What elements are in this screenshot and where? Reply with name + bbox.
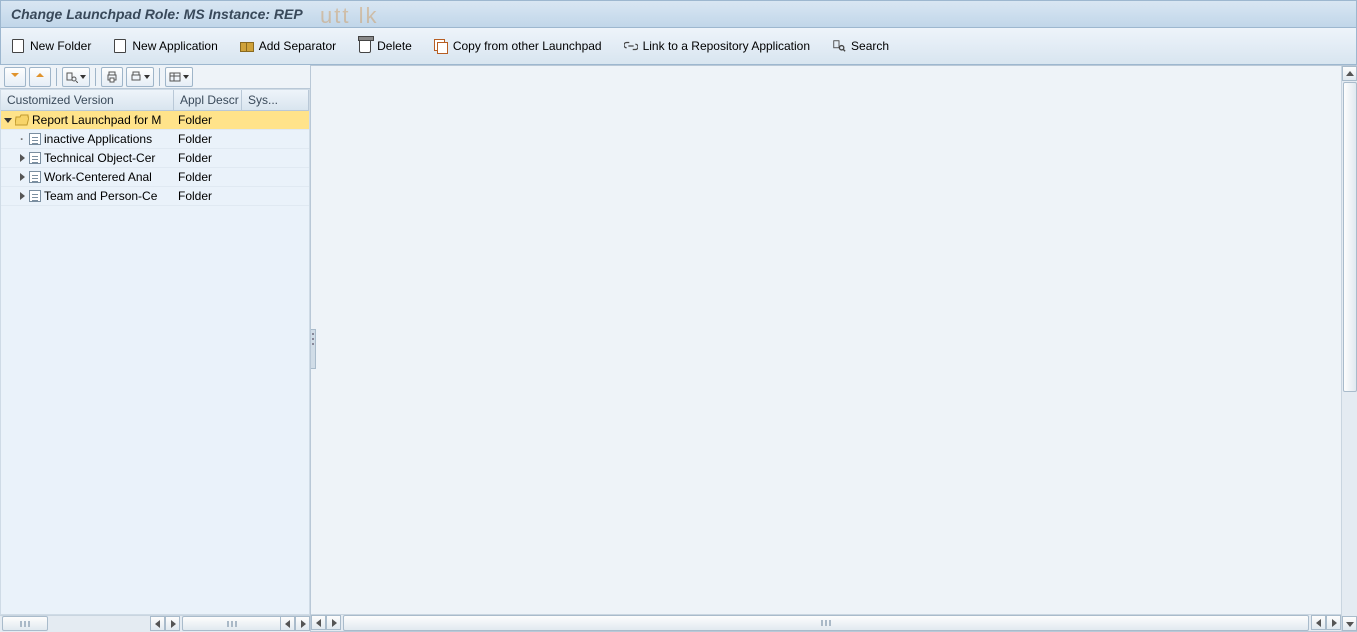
tree-row[interactable]: Technical Object-Cer Folder [1,149,309,168]
layout-button[interactable] [165,67,193,87]
tree-toolbar [0,65,310,89]
main-area: Customized Version Appl Descr Sys... Rep… [0,65,1357,632]
expand-icon[interactable] [15,154,29,162]
chevron-down-icon [80,75,86,79]
expand-all-button[interactable] [4,67,26,87]
btn-label: New Application [132,39,217,53]
search-icon [832,39,846,53]
document-icon [11,39,25,53]
folder-open-icon [15,114,29,126]
tree-label: Technical Object-Cer [44,151,155,165]
scroll-right-button[interactable] [1326,615,1341,630]
tree-hscroll [0,615,310,632]
split-handle[interactable] [311,329,316,369]
tree-label: Work-Centered Anal [44,170,152,184]
separator-icon [240,39,254,53]
new-folder-button[interactable]: New Folder [11,39,91,53]
tree-type: Folder [174,189,242,203]
new-application-button[interactable]: New Application [113,39,217,53]
tree-row[interactable]: · inactive Applications Folder [1,130,309,149]
tree-body: Report Launchpad for M Folder · inactive… [1,111,309,613]
tree-table: Customized Version Appl Descr Sys... Rep… [0,89,310,615]
collapse-icon[interactable] [1,116,15,124]
print-menu-button[interactable] [126,67,154,87]
tree-label: inactive Applications [44,132,152,146]
chevron-down-icon [144,75,150,79]
link-icon [624,39,638,53]
sheet-icon [29,133,41,145]
sheet-icon [29,152,41,164]
expand-icon[interactable] [15,173,29,181]
page-title: Change Launchpad Role: MS Instance: REP [11,6,303,22]
tree-type: Folder [174,170,242,184]
col-header-appl-descr[interactable]: Appl Descr [174,90,242,110]
chevron-down-icon [183,75,189,79]
tree-type: Folder [174,132,242,146]
horizontal-scrollbar [311,614,1341,631]
sheet-icon [29,171,41,183]
tree-row-root[interactable]: Report Launchpad for M Folder [1,111,309,130]
btn-label: Link to a Repository Application [643,39,810,53]
app-toolbar: New Folder New Application Add Separator… [0,28,1357,65]
expand-icon[interactable] [15,192,29,200]
btn-label: Copy from other Launchpad [453,39,602,53]
title-bar: Change Launchpad Role: MS Instance: REP [0,0,1357,28]
vertical-scrollbar [1341,66,1357,631]
btn-label: New Folder [30,39,91,53]
sheet-icon [29,190,41,202]
scroll-right-button[interactable] [295,616,310,631]
col-header-sys[interactable]: Sys... [242,90,309,110]
btn-label: Add Separator [259,39,336,53]
delete-button[interactable]: Delete [358,39,412,53]
tree-label: Team and Person-Ce [44,189,157,203]
scroll-down-button[interactable] [1342,616,1357,631]
copy-icon [434,39,448,53]
scroll-left-button[interactable] [280,616,295,631]
btn-label: Delete [377,39,412,53]
tree-type: Folder [174,151,242,165]
scroll-left-button[interactable] [1311,615,1326,630]
toolbar-separator [95,68,96,86]
scroll-up-button[interactable] [1342,66,1357,81]
scroll-thumb[interactable] [2,616,48,631]
tree-row[interactable]: Work-Centered Anal Folder [1,168,309,187]
toolbar-separator [159,68,160,86]
tree-row[interactable]: Team and Person-Ce Folder [1,187,309,206]
print-button[interactable] [101,67,123,87]
add-separator-button[interactable]: Add Separator [240,39,336,53]
tree-header: Customized Version Appl Descr Sys... [1,90,309,111]
scroll-right-button[interactable] [165,616,180,631]
leaf-icon: · [15,132,29,146]
collapse-all-button[interactable] [29,67,51,87]
search-button[interactable]: Search [832,39,889,53]
tree-panel: Customized Version Appl Descr Sys... Rep… [0,65,311,632]
toolbar-separator [56,68,57,86]
btn-label: Search [851,39,889,53]
scroll-thumb[interactable] [343,615,1309,631]
find-button[interactable] [62,67,90,87]
scroll-thumb[interactable] [182,616,282,631]
detail-panel [311,65,1357,632]
scroll-left-button[interactable] [311,615,326,630]
link-repository-button[interactable]: Link to a Repository Application [624,39,810,53]
copy-from-button[interactable]: Copy from other Launchpad [434,39,602,53]
tree-type: Folder [174,113,242,127]
trash-icon [358,39,372,53]
scroll-thumb[interactable] [1343,82,1357,392]
col-header-version[interactable]: Customized Version [1,90,174,110]
scroll-right-button[interactable] [326,615,341,630]
tree-label: Report Launchpad for M [32,113,161,127]
scroll-left-button[interactable] [150,616,165,631]
document-icon [113,39,127,53]
